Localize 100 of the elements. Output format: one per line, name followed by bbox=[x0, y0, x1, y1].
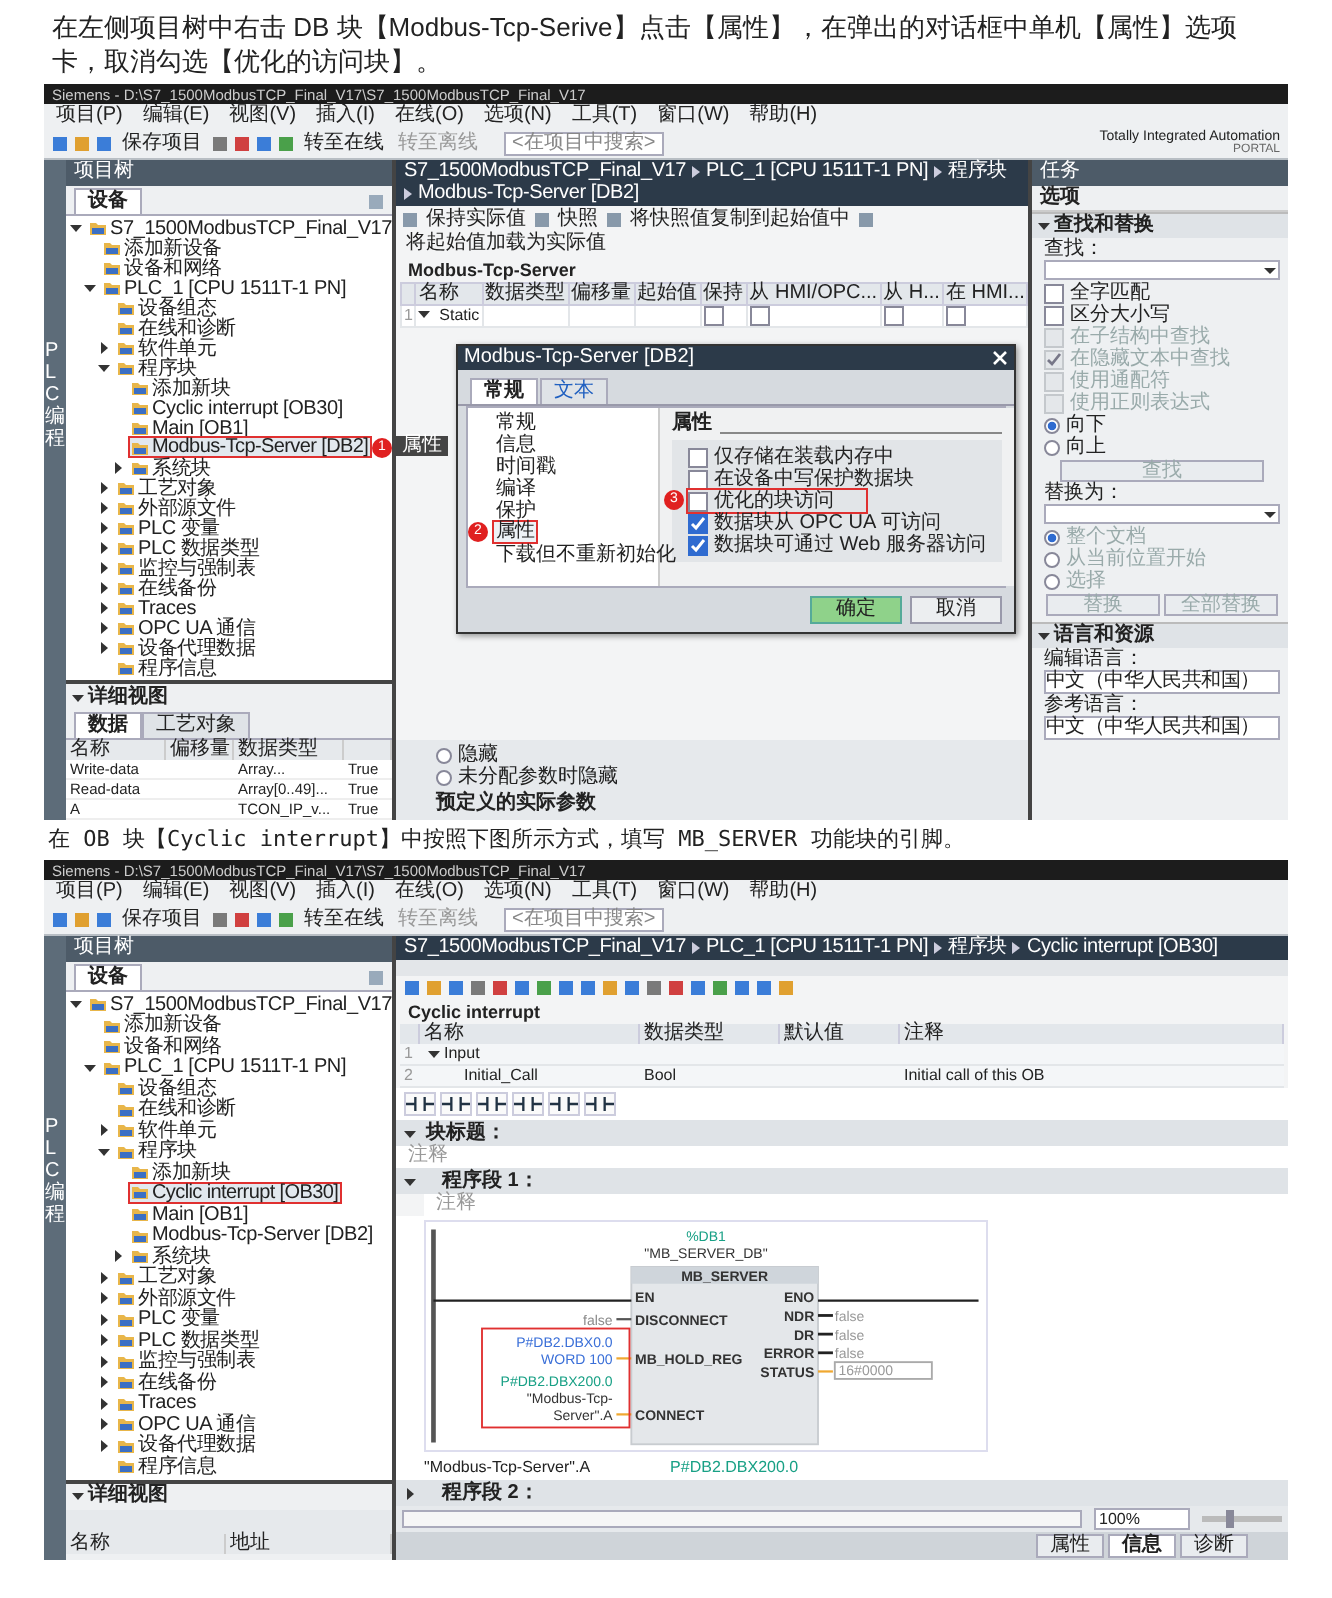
expand-arrow-icon[interactable] bbox=[98, 642, 110, 654]
tree-item[interactable]: 在线备份 bbox=[114, 577, 221, 599]
checkbox[interactable] bbox=[1044, 305, 1064, 325]
expand-arrow-icon[interactable] bbox=[98, 502, 110, 514]
expand-arrow-icon[interactable] bbox=[98, 542, 110, 554]
dialog-button[interactable]: 确定 bbox=[810, 596, 902, 625]
breadcrumb-item[interactable]: S7_1500ModbusTCP_Final_V17 bbox=[404, 938, 687, 958]
network-header[interactable]: 程序段 1： bbox=[396, 1168, 1288, 1194]
tab[interactable]: 常规 bbox=[470, 378, 538, 405]
tree-item[interactable]: 设备和网络 bbox=[100, 1035, 227, 1058]
ladder-element-icon[interactable] bbox=[584, 1092, 616, 1116]
save-project-button[interactable]: 保存项目 bbox=[118, 909, 206, 929]
menu-item[interactable]: 窗口(W) bbox=[657, 882, 730, 902]
tree-item[interactable]: Traces bbox=[114, 597, 200, 619]
expand-arrow-icon[interactable] bbox=[98, 342, 110, 354]
expand-arrow-icon[interactable] bbox=[98, 622, 110, 634]
tree-item[interactable]: 监控与强制表 bbox=[114, 557, 260, 579]
tree-item[interactable]: PLC 数据类型 bbox=[114, 537, 264, 559]
tree-item[interactable]: 设备和网络 bbox=[100, 257, 227, 279]
tree-item[interactable]: 系统块 bbox=[128, 1245, 215, 1268]
tab[interactable]: 信息 bbox=[1108, 1534, 1176, 1558]
checkbox[interactable] bbox=[688, 469, 708, 490]
collapse-arrow-icon[interactable] bbox=[72, 691, 84, 703]
menu-item[interactable]: 编辑(E) bbox=[142, 106, 210, 126]
checkbox[interactable] bbox=[945, 306, 966, 326]
save-project-button[interactable]: 保存项目 bbox=[118, 133, 206, 153]
radio-button[interactable] bbox=[1044, 573, 1060, 589]
menu-item[interactable]: 帮助(H) bbox=[749, 106, 818, 126]
collapse-arrow-icon[interactable] bbox=[1038, 630, 1050, 642]
breadcrumb-item[interactable]: PLC_1 [CPU 1511T-1 PN] bbox=[706, 162, 929, 182]
expand-arrow-icon[interactable] bbox=[70, 998, 82, 1011]
expand-arrow-icon[interactable] bbox=[98, 602, 110, 614]
radio-button[interactable] bbox=[436, 769, 452, 785]
nav-item[interactable]: 属性 bbox=[492, 520, 539, 545]
checkbox[interactable] bbox=[749, 306, 770, 326]
menu-item[interactable]: 项目(P) bbox=[56, 882, 123, 902]
tool-icon[interactable] bbox=[402, 212, 418, 228]
zoom-slider[interactable] bbox=[1202, 1516, 1282, 1522]
tab[interactable]: 设备 bbox=[74, 188, 142, 214]
tree-item[interactable]: PLC_1 [CPU 1511T-1 PN] bbox=[100, 277, 351, 299]
expand-arrow-icon[interactable] bbox=[98, 1124, 110, 1137]
tree-item[interactable]: 添加新块 bbox=[128, 377, 235, 399]
side-tab[interactable]: PLC 编程 bbox=[44, 160, 66, 820]
expand-arrow-icon[interactable] bbox=[98, 522, 110, 534]
menu-item[interactable]: 在线(O) bbox=[394, 106, 464, 126]
slider-thumb[interactable] bbox=[1226, 1510, 1234, 1528]
ladder-element-icon[interactable] bbox=[404, 1092, 436, 1116]
find-field[interactable] bbox=[1044, 260, 1280, 280]
tab[interactable]: 属性 bbox=[1036, 1534, 1104, 1558]
menu-item[interactable]: 帮助(H) bbox=[749, 882, 818, 902]
tree-item[interactable]: Cyclic interrupt [OB30] bbox=[128, 397, 347, 419]
expand-arrow-icon[interactable] bbox=[84, 282, 96, 294]
language-dropdown[interactable]: 中文（中华人民共和国） bbox=[1044, 716, 1280, 740]
menu-item[interactable]: 视图(V) bbox=[229, 882, 297, 902]
menu-item[interactable]: 编辑(E) bbox=[142, 882, 210, 902]
tab[interactable]: 诊断 bbox=[1180, 1534, 1248, 1558]
nav-item[interactable]: 信息 bbox=[492, 433, 540, 458]
expand-arrow-icon[interactable] bbox=[98, 482, 110, 494]
expand-arrow-icon[interactable] bbox=[112, 1250, 124, 1263]
toolbar-button[interactable]: 保持实际值 bbox=[422, 210, 530, 230]
tool-icon[interactable] bbox=[858, 212, 874, 228]
ladder-element-icon[interactable] bbox=[476, 1092, 508, 1116]
menu-item[interactable]: 选项(N) bbox=[483, 882, 552, 902]
tree-item[interactable]: 在线和诊断 bbox=[114, 1098, 241, 1121]
expand-arrow-icon[interactable] bbox=[98, 562, 110, 574]
menu-item[interactable]: 选项(N) bbox=[483, 106, 552, 126]
language-dropdown[interactable]: 中文（中华人民共和国） bbox=[1044, 670, 1280, 694]
menu-item[interactable]: 窗口(W) bbox=[657, 106, 730, 126]
checkbox[interactable] bbox=[688, 447, 708, 468]
radio-button[interactable] bbox=[436, 747, 452, 763]
tree-item[interactable]: 设备组态 bbox=[114, 297, 221, 319]
close-icon[interactable] bbox=[992, 350, 1008, 367]
nav-item[interactable]: 编译 bbox=[492, 477, 540, 502]
expand-arrow-icon[interactable] bbox=[404, 1487, 416, 1499]
expand-arrow-icon[interactable] bbox=[98, 1334, 110, 1347]
tree-item[interactable]: Modbus-Tcp-Server [DB2] bbox=[128, 436, 373, 458]
replace-field[interactable] bbox=[1044, 504, 1280, 524]
radio-button[interactable] bbox=[1044, 417, 1060, 433]
tree-item[interactable]: PLC 数据类型 bbox=[114, 1329, 264, 1352]
expand-arrow-icon[interactable] bbox=[428, 1048, 440, 1060]
checkbox[interactable] bbox=[688, 535, 708, 556]
tree-item[interactable]: 设备代理数据 bbox=[114, 1434, 260, 1457]
toolbar-button[interactable]: 快照 bbox=[554, 210, 602, 230]
tree-item[interactable]: 在线和诊断 bbox=[114, 317, 241, 339]
collapse-arrow-icon[interactable] bbox=[72, 1490, 84, 1502]
menu-item[interactable]: 工具(T) bbox=[571, 106, 638, 126]
network-header[interactable]: 程序段 2： bbox=[396, 1480, 1288, 1506]
tree-item[interactable]: 添加新设备 bbox=[100, 237, 227, 259]
tree-item[interactable]: 添加新设备 bbox=[100, 1014, 227, 1037]
toolbar-button[interactable]: 将快照值复制到起始值中 bbox=[626, 210, 854, 230]
menu-item[interactable]: 插入(I) bbox=[316, 106, 375, 126]
tree-item[interactable]: 在线备份 bbox=[114, 1371, 221, 1394]
tree-item[interactable]: OPC UA 通信 bbox=[114, 1413, 260, 1436]
breadcrumb-item[interactable]: S7_1500ModbusTCP_Final_V17 bbox=[404, 162, 687, 182]
ladder-element-icon[interactable] bbox=[512, 1092, 544, 1116]
checkbox[interactable] bbox=[688, 491, 708, 512]
dropdown-arrow-icon[interactable] bbox=[1264, 508, 1276, 520]
tree-item[interactable]: Traces bbox=[114, 1392, 200, 1415]
go-online-button[interactable]: 转至在线 bbox=[300, 133, 388, 153]
expand-arrow-icon[interactable] bbox=[98, 1145, 110, 1158]
